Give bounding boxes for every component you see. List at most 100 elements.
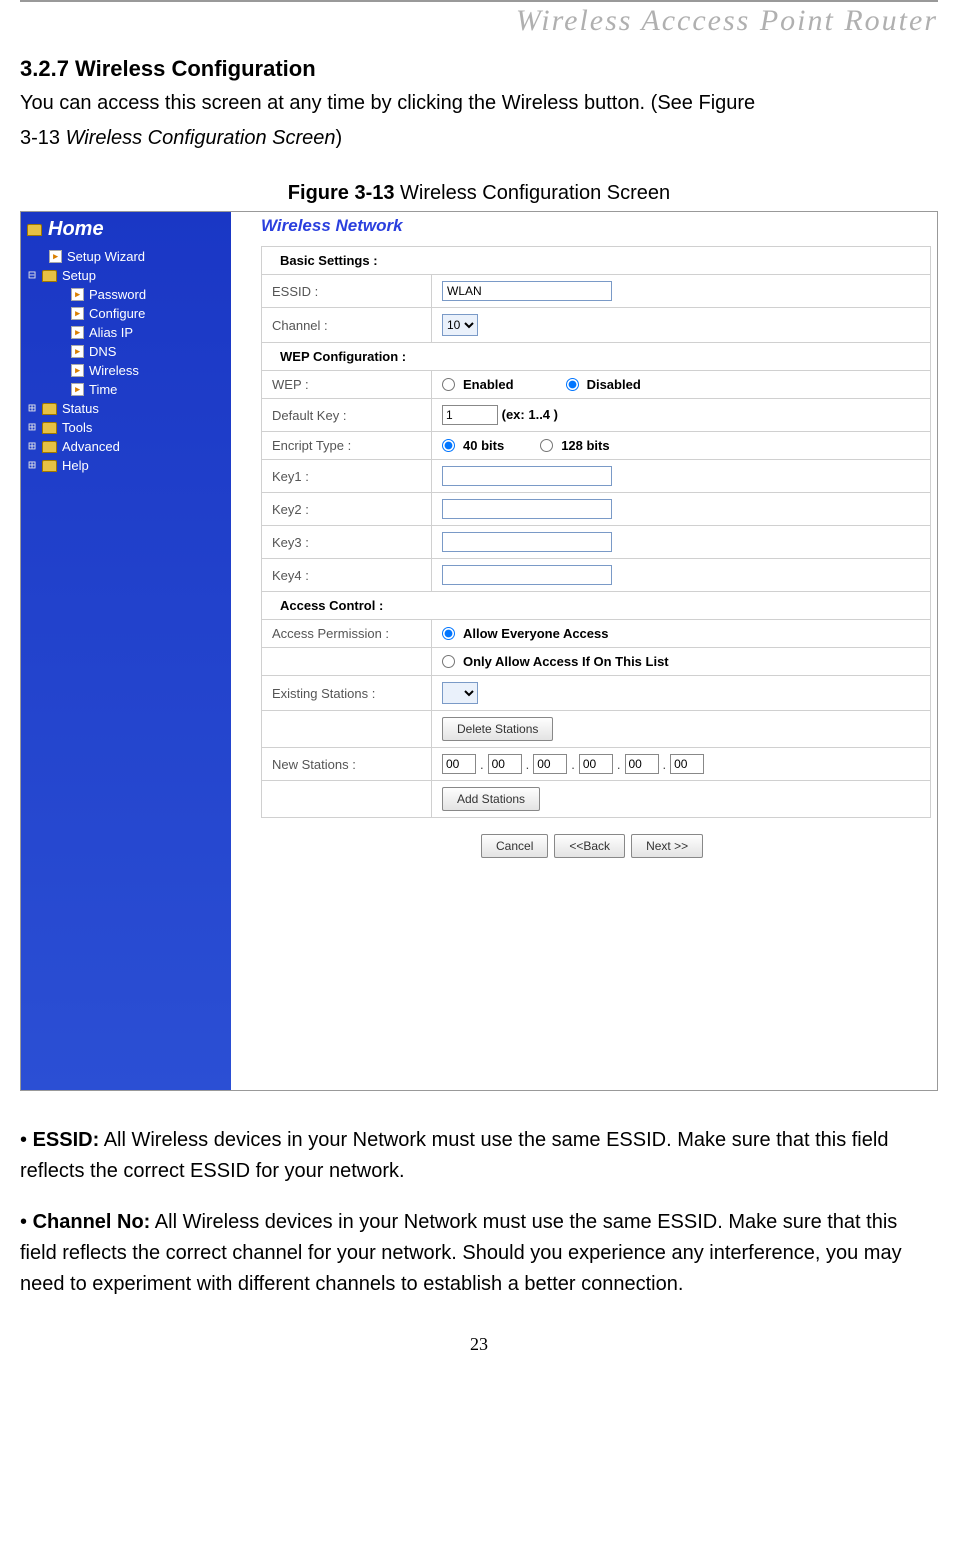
existing-stations-label: Existing Stations : bbox=[262, 676, 432, 711]
home-label: Home bbox=[48, 218, 104, 241]
mac-octet-4[interactable] bbox=[579, 754, 613, 774]
tree-expand-icon[interactable]: ⊞ bbox=[27, 401, 37, 416]
back-button[interactable]: <<Back bbox=[554, 834, 625, 858]
wep-enabled-radio[interactable] bbox=[442, 378, 455, 391]
wep-disabled-radio[interactable] bbox=[566, 378, 579, 391]
intro-italic: Wireless Configuration Screen bbox=[66, 127, 336, 149]
folder-icon bbox=[42, 422, 57, 434]
sidebar-item-label: Time bbox=[89, 382, 117, 397]
document-header: Wireless Acccess Point Router bbox=[20, 4, 938, 38]
sidebar-item-label: Alias IP bbox=[89, 325, 133, 340]
channel-select[interactable]: 10 bbox=[442, 314, 478, 336]
empty-label bbox=[262, 781, 432, 818]
enc-40bits-text: 40 bits bbox=[463, 438, 504, 453]
mac-octet-5[interactable] bbox=[625, 754, 659, 774]
wep-label: WEP : bbox=[262, 371, 432, 399]
main-panel: Wireless Network Basic Settings : ESSID … bbox=[231, 212, 937, 1090]
bullet-essid: • ESSID: All Wireless devices in your Ne… bbox=[20, 1125, 938, 1187]
sidebar-item-label: Configure bbox=[89, 306, 145, 321]
sidebar-item-password[interactable]: ▸ Password bbox=[21, 285, 231, 304]
tree-expand-icon[interactable]: ⊞ bbox=[27, 458, 37, 473]
mac-octet-1[interactable] bbox=[442, 754, 476, 774]
essid-label: ESSID : bbox=[262, 275, 432, 308]
sidebar-item-label: Password bbox=[89, 287, 146, 302]
sidebar-item-advanced[interactable]: ⊞ Advanced bbox=[21, 437, 231, 456]
sidebar-item-label: Tools bbox=[62, 420, 92, 435]
page-number: 23 bbox=[20, 1334, 938, 1355]
sidebar-item-time[interactable]: ▸ Time bbox=[21, 380, 231, 399]
mac-sep: . bbox=[571, 757, 575, 772]
sidebar-item-setup-wizard[interactable]: ▸ Setup Wizard bbox=[21, 247, 231, 266]
sidebar-item-label: Wireless bbox=[89, 363, 139, 378]
sidebar-item-label: Setup bbox=[62, 268, 96, 283]
basic-settings-header: Basic Settings : bbox=[262, 247, 931, 275]
sidebar-item-help[interactable]: ⊞ Help bbox=[21, 456, 231, 475]
empty-label bbox=[262, 648, 432, 676]
only-list-text: Only Allow Access If On This List bbox=[463, 654, 669, 669]
enc-128bits-radio[interactable] bbox=[540, 439, 553, 452]
tree-expand-icon[interactable]: ⊞ bbox=[27, 420, 37, 435]
mac-octet-6[interactable] bbox=[670, 754, 704, 774]
folder-icon bbox=[27, 224, 42, 236]
mac-sep: . bbox=[526, 757, 530, 772]
sidebar-item-dns[interactable]: ▸ DNS bbox=[21, 342, 231, 361]
key4-label: Key4 : bbox=[262, 559, 432, 592]
header-rule bbox=[20, 0, 938, 2]
figure-caption-rest: Wireless Configuration Screen bbox=[395, 182, 671, 204]
wep-enabled-text: Enabled bbox=[463, 377, 514, 392]
sidebar-item-wireless[interactable]: ▸ Wireless bbox=[21, 361, 231, 380]
page-icon: ▸ bbox=[71, 364, 84, 377]
key1-label: Key1 : bbox=[262, 460, 432, 493]
key3-input[interactable] bbox=[442, 532, 612, 552]
bullet-channel-label: Channel No: bbox=[33, 1211, 151, 1233]
default-key-input[interactable] bbox=[442, 405, 498, 425]
channel-label: Channel : bbox=[262, 308, 432, 343]
mac-octet-2[interactable] bbox=[488, 754, 522, 774]
sidebar-item-label: Status bbox=[62, 401, 99, 416]
sidebar-item-alias-ip[interactable]: ▸ Alias IP bbox=[21, 323, 231, 342]
sidebar-item-configure[interactable]: ▸ Configure bbox=[21, 304, 231, 323]
wireless-config-screenshot: Home ▸ Setup Wizard ⊟ Setup ▸ Password ▸… bbox=[20, 211, 938, 1091]
folder-icon bbox=[42, 460, 57, 472]
sidebar-item-setup[interactable]: ⊟ Setup bbox=[21, 266, 231, 285]
mac-octet-3[interactable] bbox=[533, 754, 567, 774]
sidebar-home[interactable]: Home bbox=[21, 216, 231, 247]
tree-expand-icon[interactable]: ⊞ bbox=[27, 439, 37, 454]
essid-input[interactable] bbox=[442, 281, 612, 301]
bullet-channel-text: All Wireless devices in your Network mus… bbox=[20, 1211, 902, 1295]
settings-table: Basic Settings : ESSID : Channel : 10 WE… bbox=[261, 246, 931, 818]
tree-collapse-icon[interactable]: ⊟ bbox=[27, 268, 37, 283]
mac-sep: . bbox=[480, 757, 484, 772]
encript-type-label: Encript Type : bbox=[262, 432, 432, 460]
folder-icon bbox=[42, 403, 57, 415]
key2-input[interactable] bbox=[442, 499, 612, 519]
enc-40bits-radio[interactable] bbox=[442, 439, 455, 452]
sidebar-item-status[interactable]: ⊞ Status bbox=[21, 399, 231, 418]
add-stations-button[interactable]: Add Stations bbox=[442, 787, 540, 811]
intro-line-2: 3-13 Wireless Configuration Screen) bbox=[20, 123, 938, 154]
delete-stations-button[interactable]: Delete Stations bbox=[442, 717, 553, 741]
allow-everyone-radio[interactable] bbox=[442, 627, 455, 640]
intro-line-1: You can access this screen at any time b… bbox=[20, 88, 938, 119]
bullet-essid-text: All Wireless devices in your Network mus… bbox=[20, 1129, 888, 1182]
enc-128bits-text: 128 bits bbox=[561, 438, 609, 453]
cancel-button[interactable]: Cancel bbox=[481, 834, 548, 858]
existing-stations-select[interactable] bbox=[442, 682, 478, 704]
key3-label: Key3 : bbox=[262, 526, 432, 559]
sidebar-item-label: DNS bbox=[89, 344, 116, 359]
sidebar-item-label: Help bbox=[62, 458, 89, 473]
bullet-channel: • Channel No: All Wireless devices in yo… bbox=[20, 1207, 938, 1300]
sidebar-item-label: Setup Wizard bbox=[67, 249, 145, 264]
folder-icon bbox=[42, 270, 57, 282]
new-stations-label: New Stations : bbox=[262, 748, 432, 781]
access-permission-label: Access Permission : bbox=[262, 620, 432, 648]
section-heading: 3.2.7 Wireless Configuration bbox=[20, 56, 938, 82]
only-list-radio[interactable] bbox=[442, 655, 455, 668]
wep-config-header: WEP Configuration : bbox=[262, 343, 931, 371]
intro-prefix: 3-13 bbox=[20, 127, 66, 149]
key1-input[interactable] bbox=[442, 466, 612, 486]
page-icon: ▸ bbox=[71, 345, 84, 358]
key4-input[interactable] bbox=[442, 565, 612, 585]
sidebar-item-tools[interactable]: ⊞ Tools bbox=[21, 418, 231, 437]
next-button[interactable]: Next >> bbox=[631, 834, 703, 858]
